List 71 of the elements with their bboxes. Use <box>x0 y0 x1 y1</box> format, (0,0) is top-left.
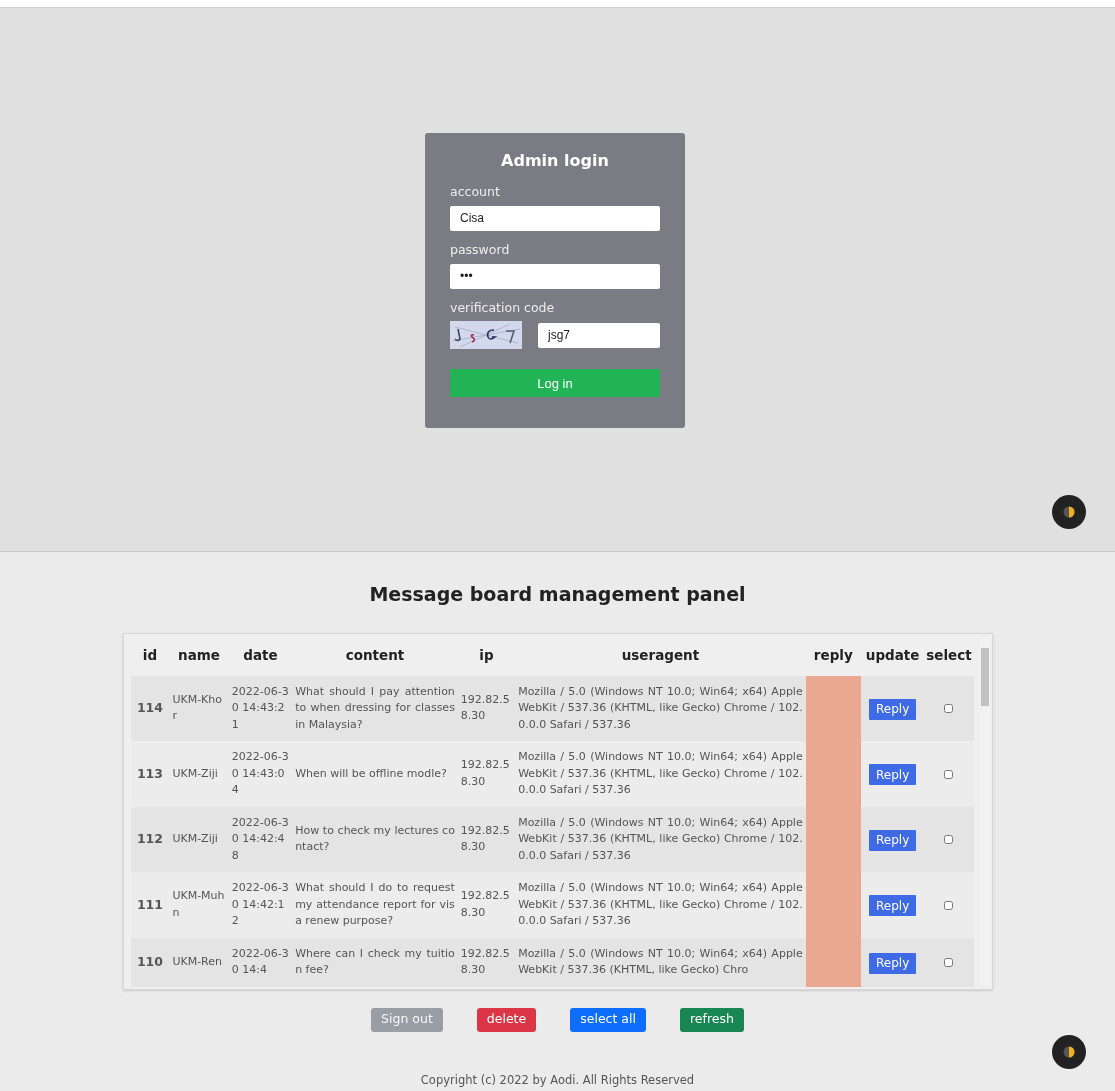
login-button[interactable]: Log in <box>450 369 660 398</box>
login-title: Admin login <box>500 150 610 172</box>
field-label: account <box>450 183 501 201</box>
column-header: ip <box>457 633 516 676</box>
id-cell: 114 <box>130 675 170 741</box>
name-cell: UKM-Muhn <box>169 872 229 938</box>
half-moon-icon <box>1063 506 1075 518</box>
reply-button[interactable]: Reply <box>869 895 917 917</box>
row-checkbox[interactable] <box>944 769 954 779</box>
reply-button[interactable]: Reply <box>869 764 917 786</box>
content-cell: How to check my lectures contact? <box>292 806 458 872</box>
column-header: date <box>228 633 293 676</box>
password-field[interactable]: ••• <box>450 263 660 289</box>
table-row[interactable] <box>130 806 974 872</box>
reply-button[interactable]: Reply <box>869 952 917 974</box>
useragent-cell: Mozilla / 5.0 (Windows NT 10.0; Win64; x64) AppleWebKit / 537.36 (KHTML, like Gecko) Chro <box>515 937 806 987</box>
theme-toggle-button[interactable] <box>1052 1035 1086 1069</box>
column-header: content <box>292 633 458 676</box>
id-cell: 113 <box>130 741 170 807</box>
name-cell: UKM-Ziji <box>169 741 229 807</box>
content-cell: Where can I check my tuition fee? <box>292 937 458 987</box>
id-cell: 111 <box>130 872 170 938</box>
field-label: verification code <box>450 298 556 317</box>
table-row[interactable] <box>130 675 974 741</box>
ip-cell: 192.82.58.30 <box>457 675 516 741</box>
column-header: select <box>924 633 974 676</box>
field-label: password <box>450 240 511 259</box>
panel-title: Message board management panel <box>369 582 746 607</box>
date-cell: 2022-06-30 14:42:48 <box>228 806 293 872</box>
name-cell: UKM-Ziji <box>169 806 229 872</box>
action-button[interactable]: refresh <box>679 1007 744 1032</box>
useragent-cell: Mozilla / 5.0 (Windows NT 10.0; Win64; x64) AppleWebKit / 537.36 (KHTML, like Gecko) Chrome / 102.0.0.0 Safari / 537.36 <box>515 806 806 872</box>
row-checkbox[interactable] <box>944 900 954 910</box>
column-header: update <box>860 633 925 676</box>
useragent-cell: Mozilla / 5.0 (Windows NT 10.0; Win64; x64) AppleWebKit / 537.36 (KHTML, like Gecko) Chrome / 102.0.0.0 Safari / 537.36 <box>515 872 806 938</box>
date-cell: 2022-06-30 14:42:12 <box>228 872 293 938</box>
ip-cell: 192.82.58.30 <box>457 806 516 872</box>
content-cell: What should I do to request my attendance report for visa renew purpose? <box>292 872 458 938</box>
ip-cell: 192.82.58.30 <box>457 872 516 938</box>
name-cell: UKM-Ren <box>169 937 229 987</box>
theme-toggle-button[interactable] <box>1052 495 1086 529</box>
reply-cell <box>805 675 861 741</box>
content-cell: What should I pay attention to when dressing for classes in Malaysia? <box>292 675 458 741</box>
content-cell: When will be offline modle? <box>292 741 458 807</box>
id-cell: 112 <box>130 806 170 872</box>
row-checkbox[interactable] <box>944 835 954 845</box>
verification-field[interactable]: jsg7 <box>538 322 660 348</box>
column-header: useragent <box>515 633 806 676</box>
account-field[interactable]: Cisa <box>450 205 660 231</box>
useragent-cell: Mozilla / 5.0 (Windows NT 10.0; Win64; x64) AppleWebKit / 537.36 (KHTML, like Gecko) Chrome / 102.0.0.0 Safari / 537.36 <box>515 741 806 807</box>
footer-text: Copyright (c) 2022 by Aodi. All Rights Reserved <box>420 1071 695 1089</box>
date-cell: 2022-06-30 14:4 <box>228 937 293 987</box>
reply-button[interactable]: Reply <box>869 698 917 720</box>
name-cell: UKM-Khor <box>169 675 229 741</box>
row-checkbox[interactable] <box>944 704 954 714</box>
column-header: name <box>169 633 229 676</box>
column-header: reply <box>805 633 861 676</box>
id-cell: 110 <box>130 937 170 987</box>
ip-cell: 192.82.58.30 <box>457 937 516 987</box>
date-cell: 2022-06-30 14:43:21 <box>228 675 293 741</box>
half-moon-icon <box>1063 1046 1075 1058</box>
ip-cell: 192.82.58.30 <box>457 741 516 807</box>
reply-cell <box>805 937 861 987</box>
action-button[interactable]: delete <box>476 1007 537 1032</box>
reply-button[interactable]: Reply <box>869 829 917 851</box>
column-header: id <box>130 633 170 676</box>
date-cell: 2022-06-30 14:43:04 <box>228 741 293 807</box>
captcha-image[interactable] <box>450 321 522 350</box>
row-checkbox[interactable] <box>944 958 954 967</box>
action-button[interactable]: select all <box>570 1007 646 1032</box>
useragent-cell: Mozilla / 5.0 (Windows NT 10.0; Win64; x64) AppleWebKit / 537.36 (KHTML, like Gecko) Chrome / 102.0.0.0 Safari / 537.36 <box>515 675 806 741</box>
